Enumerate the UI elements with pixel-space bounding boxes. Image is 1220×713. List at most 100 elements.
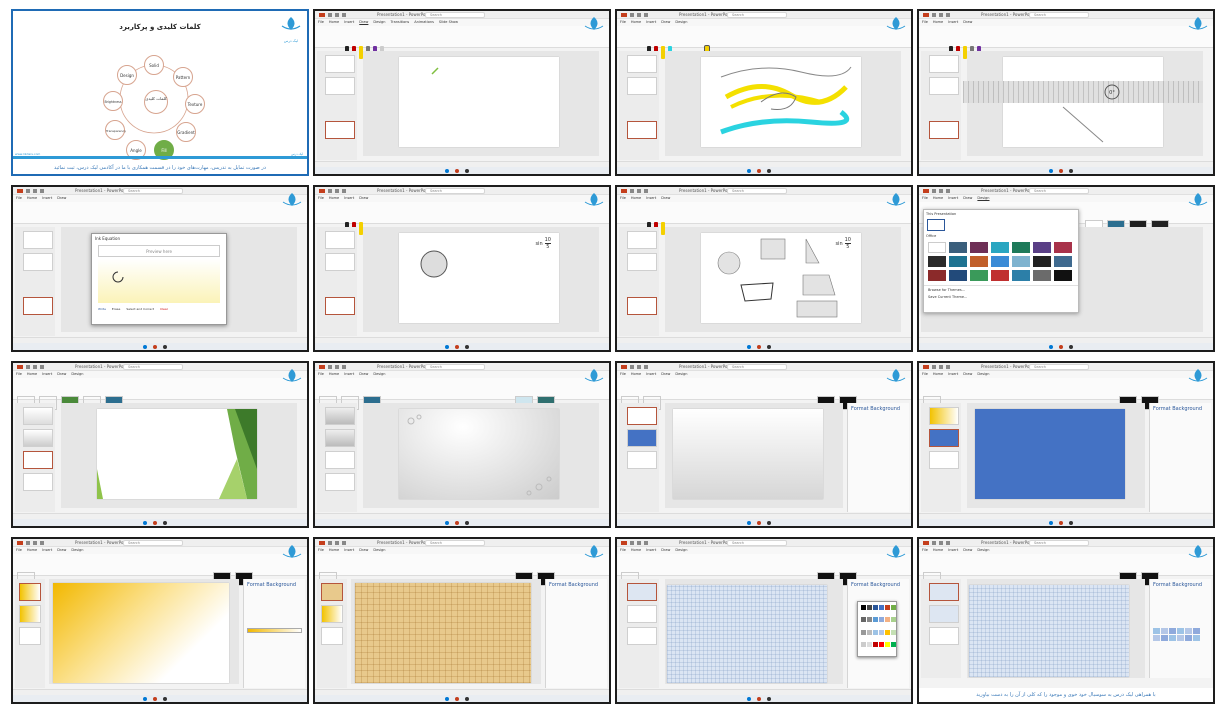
thumb-3[interactable] (627, 121, 657, 139)
thumb-2[interactable] (325, 253, 355, 271)
theme-item[interactable] (1012, 256, 1030, 267)
search-input[interactable]: Search (425, 12, 485, 18)
search-input[interactable]: Search (727, 12, 787, 18)
thumb-2[interactable] (23, 429, 53, 447)
theme-item[interactable] (928, 242, 946, 253)
thumb-2[interactable] (627, 77, 657, 95)
write-button[interactable]: Write (98, 307, 106, 311)
search-input[interactable]: Search (1029, 540, 1089, 546)
thumb-1[interactable] (929, 55, 959, 73)
thumb-2[interactable] (929, 429, 959, 447)
slide[interactable] (355, 583, 531, 683)
thumb-3[interactable] (325, 121, 355, 139)
slide[interactable]: sin 10 5 (701, 233, 861, 323)
circle-shape[interactable] (419, 249, 449, 279)
slide[interactable] (701, 57, 861, 147)
save-theme-link[interactable]: Save Current Theme... (924, 294, 1078, 300)
thumb-1[interactable] (627, 583, 657, 601)
thumb-1[interactable] (627, 407, 657, 425)
theme-item[interactable] (949, 270, 967, 281)
search-input[interactable]: Search (1029, 364, 1089, 370)
thumb-1[interactable] (325, 231, 355, 249)
write-area[interactable] (98, 259, 220, 303)
thumb-1[interactable] (627, 55, 657, 73)
browse-themes-link[interactable]: Browse for Themes... (924, 285, 1078, 294)
tab-design[interactable]: Design (373, 20, 385, 24)
search-input[interactable]: Search (123, 540, 183, 546)
slide[interactable] (969, 585, 1129, 677)
math-equation[interactable]: sin 10 5 (535, 237, 551, 250)
tab-home[interactable]: Home (329, 20, 339, 24)
thumb-1[interactable] (325, 407, 355, 425)
tab-insert[interactable]: Insert (344, 20, 354, 24)
theme-item[interactable] (970, 256, 988, 267)
slide[interactable] (399, 409, 559, 499)
thumb-3[interactable] (627, 297, 657, 315)
thumb-1[interactable] (23, 231, 53, 249)
thumb-3[interactable] (627, 627, 657, 645)
theme-item[interactable] (1054, 256, 1072, 267)
thumb-3[interactable] (23, 451, 53, 469)
thumb-3[interactable] (929, 627, 959, 645)
slide[interactable]: 0° (963, 57, 1203, 147)
theme-item[interactable] (991, 270, 1009, 281)
slide[interactable] (975, 409, 1125, 499)
clear-button[interactable]: Clear (160, 307, 168, 311)
search-input[interactable]: Search (123, 364, 183, 370)
thumb-1[interactable] (321, 583, 343, 601)
search-input[interactable]: Search (1029, 12, 1089, 18)
tab-file[interactable]: File (318, 20, 324, 24)
tab-animations[interactable]: Animations (414, 20, 434, 24)
thumb-2[interactable] (325, 429, 355, 447)
theme-item[interactable] (1012, 270, 1030, 281)
search-input[interactable]: Search (727, 364, 787, 370)
slide[interactable] (673, 409, 823, 499)
slide[interactable] (667, 585, 827, 683)
search-input[interactable]: Search (123, 188, 183, 194)
search-input[interactable]: Search (425, 540, 485, 546)
slide[interactable]: sin 10 5 (399, 233, 559, 323)
erase-button[interactable]: Erase (112, 307, 120, 311)
thumb-3[interactable] (325, 451, 355, 469)
search-input[interactable]: Search (425, 364, 485, 370)
thumb-2[interactable] (321, 605, 343, 623)
theme-item[interactable] (949, 242, 967, 253)
thumb-3[interactable] (627, 451, 657, 469)
theme-item[interactable] (1033, 242, 1051, 253)
theme-item[interactable] (1012, 242, 1030, 253)
thumb-1[interactable] (929, 583, 959, 601)
theme-item[interactable] (970, 242, 988, 253)
thumb-3[interactable] (929, 451, 959, 469)
thumb-2[interactable] (325, 77, 355, 95)
tab-transitions[interactable]: Transitions (391, 20, 410, 24)
thumb-4[interactable] (325, 473, 355, 491)
math-equation[interactable]: sin 10 5 (835, 237, 851, 250)
thumb-1[interactable] (23, 407, 53, 425)
thumb-3[interactable] (325, 297, 355, 315)
theme-item[interactable] (991, 256, 1009, 267)
thumb-2[interactable] (627, 429, 657, 447)
theme-item[interactable] (928, 256, 946, 267)
thumb-1[interactable] (627, 231, 657, 249)
tab-draw[interactable]: Draw (359, 20, 368, 24)
search-input[interactable]: Search (727, 188, 787, 194)
thumb-2[interactable] (929, 77, 959, 95)
search-input[interactable]: Search (1029, 188, 1089, 194)
thumb-2[interactable] (19, 605, 41, 623)
slide[interactable] (53, 583, 229, 683)
theme-item[interactable] (1033, 270, 1051, 281)
thumb-1[interactable] (929, 407, 959, 425)
theme-item[interactable] (991, 242, 1009, 253)
slide[interactable] (97, 409, 257, 499)
tab-slideshow[interactable]: Slide Show (439, 20, 458, 24)
slide[interactable] (399, 57, 559, 147)
thumb-2[interactable] (23, 253, 53, 271)
select-correct-button[interactable]: Select and Correct (126, 307, 154, 311)
thumb-1[interactable] (325, 55, 355, 73)
thumb-4[interactable] (23, 473, 53, 491)
thumb-3[interactable] (23, 297, 53, 315)
thumb-1[interactable] (19, 583, 41, 601)
thumb-3[interactable] (19, 627, 41, 645)
thumb-2[interactable] (929, 605, 959, 623)
theme-item[interactable] (1033, 256, 1051, 267)
